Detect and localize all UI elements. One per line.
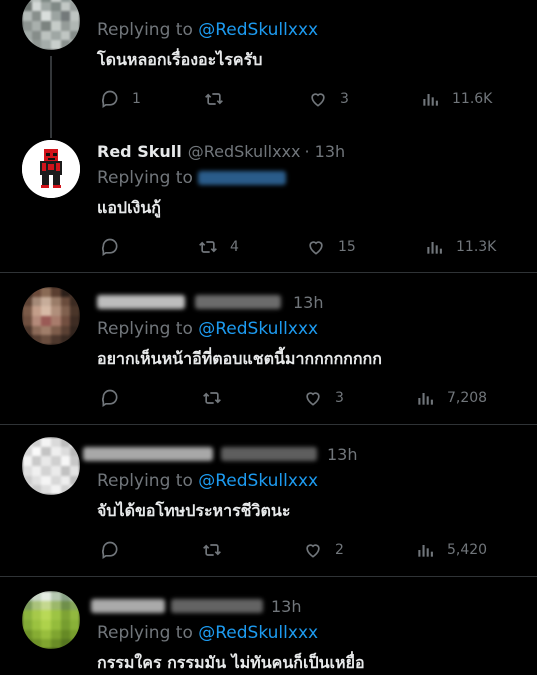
timestamp[interactable]: 13h — [293, 293, 324, 312]
retweet-button[interactable] — [202, 539, 234, 561]
heart-icon — [309, 241, 323, 255]
redacted-handle[interactable] — [221, 447, 317, 461]
redacted-handle[interactable] — [195, 295, 281, 309]
display-name[interactable]: Red Skull — [97, 142, 182, 161]
tweet-text: กรรมใคร กรรมมัน ไม่ทันคนก็เป็นเหยื่อ — [97, 653, 365, 672]
analytics-icon — [418, 545, 433, 557]
like-count: 3 — [340, 91, 349, 107]
views-button[interactable]: 11.6K — [420, 88, 492, 110]
tweet-4[interactable]: 13h Replying to @RedSkullxxx กรรมใคร กรร… — [0, 577, 537, 675]
analytics-icon — [418, 393, 433, 405]
like-button[interactable]: 15 — [306, 236, 356, 258]
tweet-text: แอปเงินกู้ — [97, 198, 161, 217]
tweet-1[interactable]: Red Skull @RedSkullxxx · 13h Replying to… — [0, 130, 537, 272]
replying-to: Replying to @RedSkullxxx — [97, 317, 517, 341]
redacted-display-name[interactable] — [91, 599, 165, 613]
like-button[interactable]: 3 — [308, 88, 349, 110]
retweet-count: 4 — [230, 239, 239, 255]
tweet-text: จับได้ขอโทษประหารชีวิตนะ — [97, 501, 291, 520]
views-button[interactable]: 7,208 — [415, 387, 487, 409]
reply-icon — [102, 541, 118, 560]
views-button[interactable]: 5,420 — [415, 539, 487, 561]
retweet-button[interactable] — [204, 88, 236, 110]
replying-label: Replying to — [97, 623, 193, 643]
replying-label: Replying to — [97, 319, 193, 339]
analytics-icon — [423, 94, 438, 106]
avatar-blurred[interactable] — [22, 437, 80, 495]
timestamp[interactable]: 13h — [327, 445, 358, 464]
reply-count: 1 — [132, 91, 141, 107]
reply-button[interactable] — [100, 539, 132, 561]
mention-link[interactable]: @RedSkullxxx — [198, 319, 318, 339]
like-count: 15 — [338, 239, 356, 255]
replying-label: Replying to — [97, 471, 193, 491]
analytics-icon — [427, 242, 442, 254]
red-skull-avatar-icon — [22, 140, 80, 198]
replying-label: Replying to — [97, 168, 193, 188]
avatar-blurred[interactable] — [22, 287, 80, 345]
view-count: 7,208 — [447, 390, 488, 406]
retweet-icon — [203, 544, 221, 556]
replying-to: Replying to — [97, 166, 517, 190]
tweet-text: อยากเห็นหน้าอีที่ตอบแชตนี้มากกกกกกกก — [97, 349, 382, 368]
tweet-header: 13h — [83, 443, 517, 465]
tweet-text: โดนหลอกเรื่องอะไรครับ — [97, 50, 263, 69]
like-count: 3 — [335, 390, 344, 406]
heart-icon — [306, 544, 320, 558]
replying-label: Replying to — [97, 20, 193, 40]
tweet-header: Red Skull @RedSkullxxx · 13h — [97, 140, 517, 162]
replying-to: Replying to @RedSkullxxx — [97, 18, 517, 42]
redacted-display-name[interactable] — [83, 447, 213, 461]
views-button[interactable]: 11.3K — [424, 236, 496, 258]
avatar-blurred[interactable] — [22, 591, 80, 649]
retweet-icon — [203, 392, 221, 404]
like-count: 2 — [335, 542, 344, 558]
reply-icon — [102, 238, 118, 257]
reply-button[interactable] — [100, 236, 132, 258]
timestamp[interactable]: · 13h — [304, 142, 345, 161]
like-button[interactable]: 3 — [303, 387, 344, 409]
retweet-icon — [199, 241, 217, 253]
reply-button[interactable] — [100, 387, 132, 409]
redacted-handle[interactable] — [171, 599, 263, 613]
retweet-button[interactable] — [202, 387, 234, 409]
tweet-header: 13h — [97, 291, 517, 313]
reply-icon — [102, 90, 118, 109]
view-count: 5,420 — [447, 542, 488, 558]
retweet-button[interactable]: 4 — [198, 236, 239, 258]
mention-link[interactable]: @RedSkullxxx — [198, 471, 318, 491]
redacted-mention[interactable] — [198, 171, 287, 185]
handle[interactable]: @RedSkullxxx — [188, 142, 301, 161]
avatar-blurred[interactable] — [22, 0, 80, 50]
reply-button[interactable]: 1 — [100, 88, 141, 110]
retweet-icon — [205, 93, 223, 105]
timestamp[interactable]: 13h — [271, 597, 302, 616]
view-count: 11.3K — [456, 239, 497, 255]
reply-icon — [102, 389, 118, 408]
avatar-red-skull[interactable] — [22, 140, 80, 198]
tweet-3[interactable]: 13h Replying to @RedSkullxxx จับได้ขอโทษ… — [0, 425, 537, 575]
view-count: 11.6K — [452, 91, 493, 107]
heart-icon — [306, 392, 320, 406]
tweet-header: 13h — [91, 595, 517, 617]
replying-to: Replying to @RedSkullxxx — [97, 469, 517, 493]
tweet-0[interactable]: Replying to @RedSkullxxx โดนหลอกเรื่องอะ… — [0, 0, 537, 138]
tweet-2[interactable]: 13h Replying to @RedSkullxxx อยากเห็นหน้… — [0, 273, 537, 423]
mention-link[interactable]: @RedSkullxxx — [198, 623, 318, 643]
like-button[interactable]: 2 — [303, 539, 344, 561]
mention-link[interactable]: @RedSkullxxx — [198, 20, 318, 40]
replying-to: Replying to @RedSkullxxx — [97, 621, 517, 645]
heart-icon — [311, 93, 325, 107]
redacted-display-name[interactable] — [97, 295, 185, 309]
